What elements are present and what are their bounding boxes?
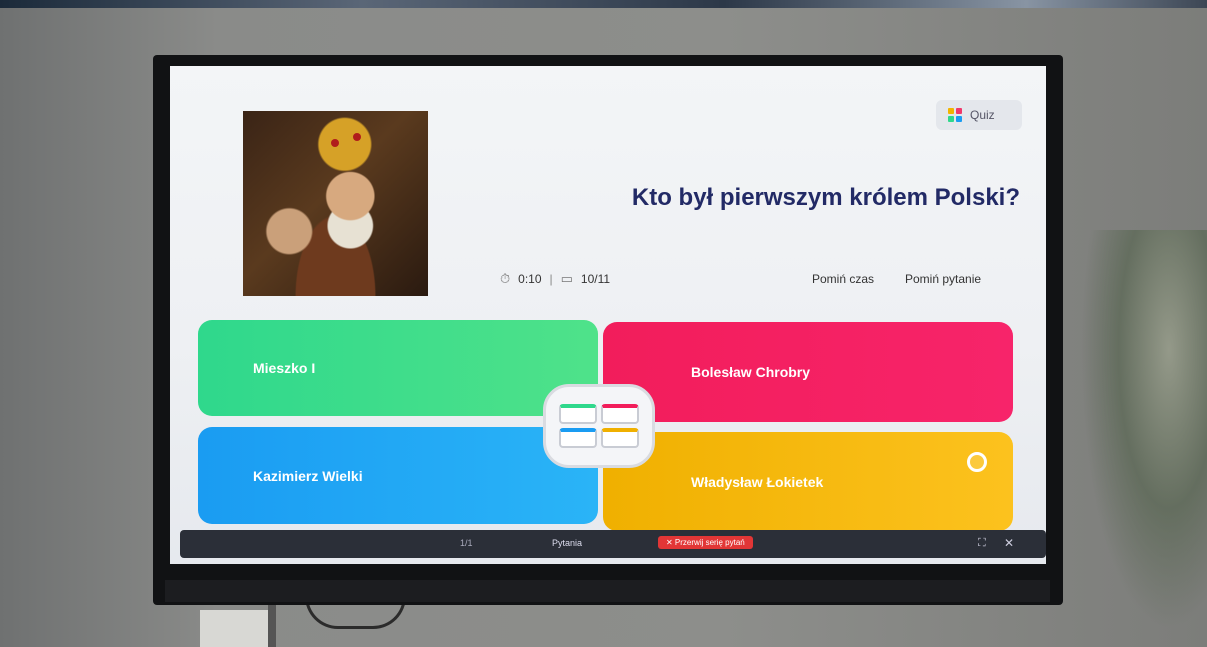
tv-cable xyxy=(268,600,276,647)
expand-icon[interactable]: ⛶ xyxy=(978,537,986,550)
answer-label: Mieszko I xyxy=(253,360,316,376)
answer-label: Kazimierz Wielki xyxy=(253,467,363,484)
answer-option-3[interactable]: Kazimierz Wielki xyxy=(198,427,598,524)
quiz-badge[interactable]: Quiz xyxy=(936,100,1022,130)
answer-option-1[interactable]: Mieszko I xyxy=(198,320,598,416)
question-text: Kto był pierwszym królem Polski? xyxy=(631,184,1020,211)
quiz-screen: Quiz Kto był pierwszym królem Polski? ⏱ … xyxy=(170,66,1046,564)
answer-label: Bolesław Chrobry xyxy=(691,364,811,380)
answer-option-4[interactable]: Władysław Łokietek xyxy=(603,432,1013,531)
photo-top-strip xyxy=(0,0,1207,8)
page-indicator: 1/1 xyxy=(460,538,473,548)
question-progress: 10/11 xyxy=(580,272,611,286)
wall-socket-panel xyxy=(200,610,270,647)
bar-title: Pytania xyxy=(552,538,583,548)
crown-gem xyxy=(331,139,339,147)
answer-label: Władysław Łokietek xyxy=(691,473,824,490)
meta-separator: | xyxy=(549,272,553,286)
answer-option-2[interactable]: Bolesław Chrobry xyxy=(603,322,1013,422)
answer-select-radio[interactable] xyxy=(967,452,987,472)
quiz-grid-icon xyxy=(948,108,962,122)
controller-icon xyxy=(543,384,655,468)
crown-gem xyxy=(353,133,361,141)
stop-series-button[interactable]: ✕ Przerwij serię pytań xyxy=(658,536,753,549)
timer-value: 0:10 xyxy=(518,272,542,286)
quiz-badge-label: Quiz xyxy=(970,108,995,122)
tv-bottom-bezel xyxy=(165,580,1050,602)
cards-icon: ▭ xyxy=(560,271,573,286)
stopwatch-icon: ⏱ xyxy=(500,271,511,286)
presentation-bottom-bar: 1/1 Pytania ✕ Przerwij serię pytań ⛶ ✕ xyxy=(180,530,1046,558)
robot-figure xyxy=(1080,230,1207,630)
close-icon[interactable]: ✕ xyxy=(1004,536,1014,550)
king-portrait-image xyxy=(243,111,428,296)
question-meta: ⏱ 0:10 | ▭ 10/11 xyxy=(500,271,610,287)
skip-time-link[interactable]: Pomiń czas xyxy=(812,272,874,286)
skip-question-link[interactable]: Pomiń pytanie xyxy=(905,272,981,286)
